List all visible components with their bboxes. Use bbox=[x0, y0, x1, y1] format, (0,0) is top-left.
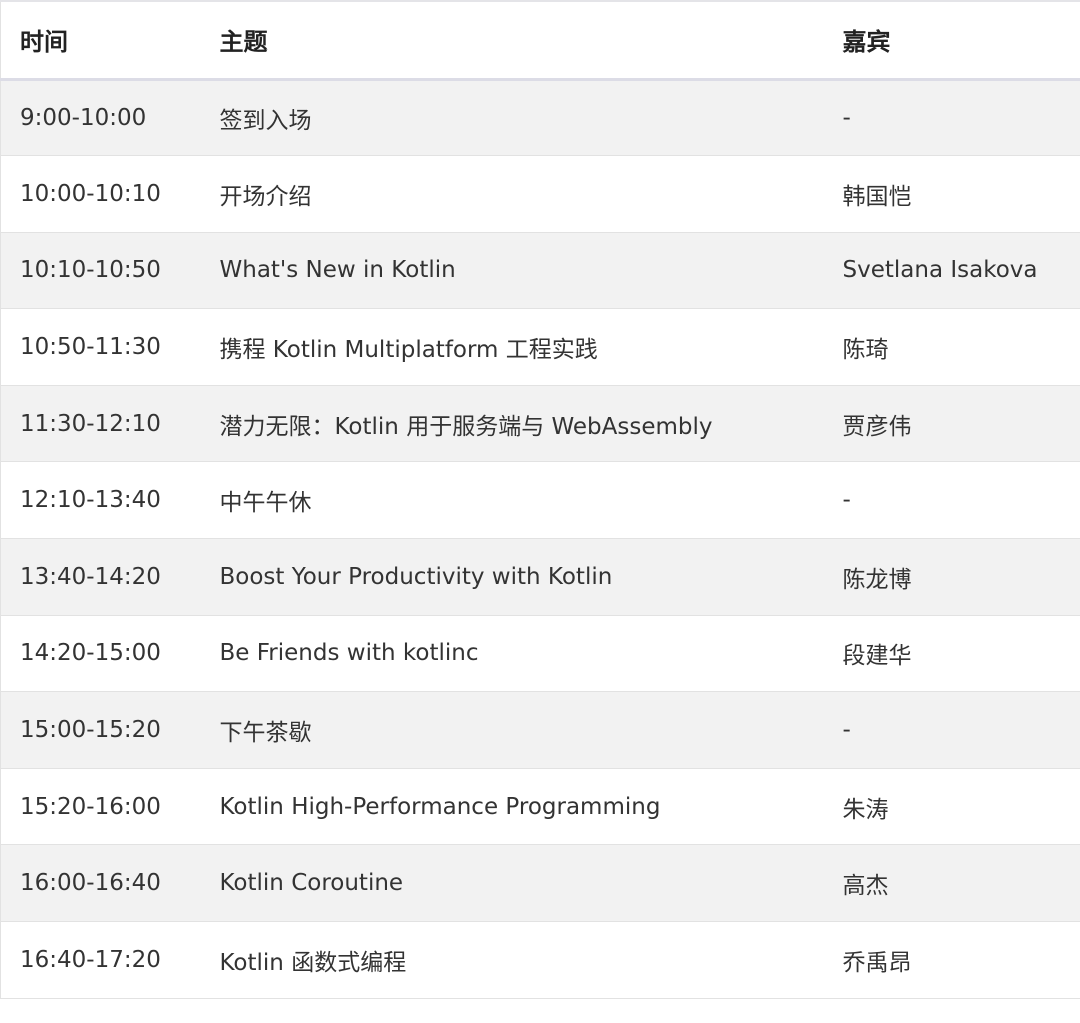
cell-topic: Kotlin High-Performance Programming bbox=[200, 768, 824, 846]
header-row: 时间 主题 嘉宾 bbox=[0, 0, 1080, 81]
cell-time: 9:00-10:00 bbox=[0, 79, 201, 157]
cell-time: 10:10-10:50 bbox=[0, 232, 201, 310]
cell-speaker: 段建华 bbox=[823, 615, 1080, 693]
table-row: 11:30-12:10 潜力无限：Kotlin 用于服务端与 WebAssemb… bbox=[0, 385, 1080, 463]
cell-time: 16:00-16:40 bbox=[0, 844, 201, 923]
cell-time: 13:40-14:20 bbox=[0, 538, 201, 616]
table-row: 10:00-10:10 开场介绍 韩国恺 bbox=[0, 155, 1080, 233]
cell-time: 14:20-15:00 bbox=[0, 615, 201, 693]
cell-time: 15:00-15:20 bbox=[0, 691, 201, 769]
cell-speaker: - bbox=[823, 461, 1080, 540]
cell-topic: 下午茶歇 bbox=[200, 691, 824, 769]
cell-speaker: 韩国恺 bbox=[823, 155, 1080, 233]
cell-time: 12:10-13:40 bbox=[0, 461, 201, 540]
table-row: 12:10-13:40 中午午休 - bbox=[0, 461, 1080, 540]
cell-speaker: Svetlana Isakova bbox=[823, 232, 1080, 310]
cell-speaker: 陈琦 bbox=[823, 308, 1080, 386]
cell-time: 15:20-16:00 bbox=[0, 768, 201, 846]
cell-time: 11:30-12:10 bbox=[0, 385, 201, 463]
cell-topic: Boost Your Productivity with Kotlin bbox=[200, 538, 824, 616]
table-header: 时间 主题 嘉宾 bbox=[0, 0, 1080, 81]
cell-topic: 签到入场 bbox=[200, 79, 824, 157]
table-row: 14:20-15:00 Be Friends with kotlinc 段建华 bbox=[0, 615, 1080, 693]
table-row: 16:40-17:20 Kotlin 函数式编程 乔禹昂 bbox=[0, 921, 1080, 999]
table-row: 15:00-15:20 下午茶歇 - bbox=[0, 691, 1080, 769]
table-body: 9:00-10:00 签到入场 - 10:00-10:10 开场介绍 韩国恺 1… bbox=[0, 79, 1080, 999]
cell-speaker: 陈龙博 bbox=[823, 538, 1080, 616]
schedule-table: 时间 主题 嘉宾 9:00-10:00 签到入场 - 10:00-10:10 开… bbox=[0, 0, 1080, 999]
cell-time: 16:40-17:20 bbox=[0, 921, 201, 999]
cell-topic: 携程 Kotlin Multiplatform 工程实践 bbox=[200, 308, 824, 386]
table-row: 15:20-16:00 Kotlin High-Performance Prog… bbox=[0, 768, 1080, 846]
header-topic: 主题 bbox=[200, 0, 824, 81]
cell-speaker: 乔禹昂 bbox=[823, 921, 1080, 999]
header-time: 时间 bbox=[0, 0, 201, 81]
header-speaker: 嘉宾 bbox=[823, 0, 1080, 81]
table-row: 16:00-16:40 Kotlin Coroutine 高杰 bbox=[0, 844, 1080, 923]
cell-topic: 开场介绍 bbox=[200, 155, 824, 233]
cell-speaker: - bbox=[823, 691, 1080, 769]
cell-speaker: 贾彦伟 bbox=[823, 385, 1080, 463]
cell-time: 10:50-11:30 bbox=[0, 308, 201, 386]
cell-topic: What's New in Kotlin bbox=[200, 232, 824, 310]
cell-topic: 中午午休 bbox=[200, 461, 824, 540]
table-row: 9:00-10:00 签到入场 - bbox=[0, 79, 1080, 157]
cell-topic: Be Friends with kotlinc bbox=[200, 615, 824, 693]
cell-speaker: 朱涛 bbox=[823, 768, 1080, 846]
table-row: 10:10-10:50 What's New in Kotlin Svetlan… bbox=[0, 232, 1080, 310]
cell-time: 10:00-10:10 bbox=[0, 155, 201, 233]
cell-topic: Kotlin Coroutine bbox=[200, 844, 824, 923]
cell-speaker: - bbox=[823, 79, 1080, 157]
cell-topic: Kotlin 函数式编程 bbox=[200, 921, 824, 999]
table-row: 10:50-11:30 携程 Kotlin Multiplatform 工程实践… bbox=[0, 308, 1080, 386]
table-row: 13:40-14:20 Boost Your Productivity with… bbox=[0, 538, 1080, 616]
cell-speaker: 高杰 bbox=[823, 844, 1080, 923]
cell-topic: 潜力无限：Kotlin 用于服务端与 WebAssembly bbox=[200, 385, 824, 463]
